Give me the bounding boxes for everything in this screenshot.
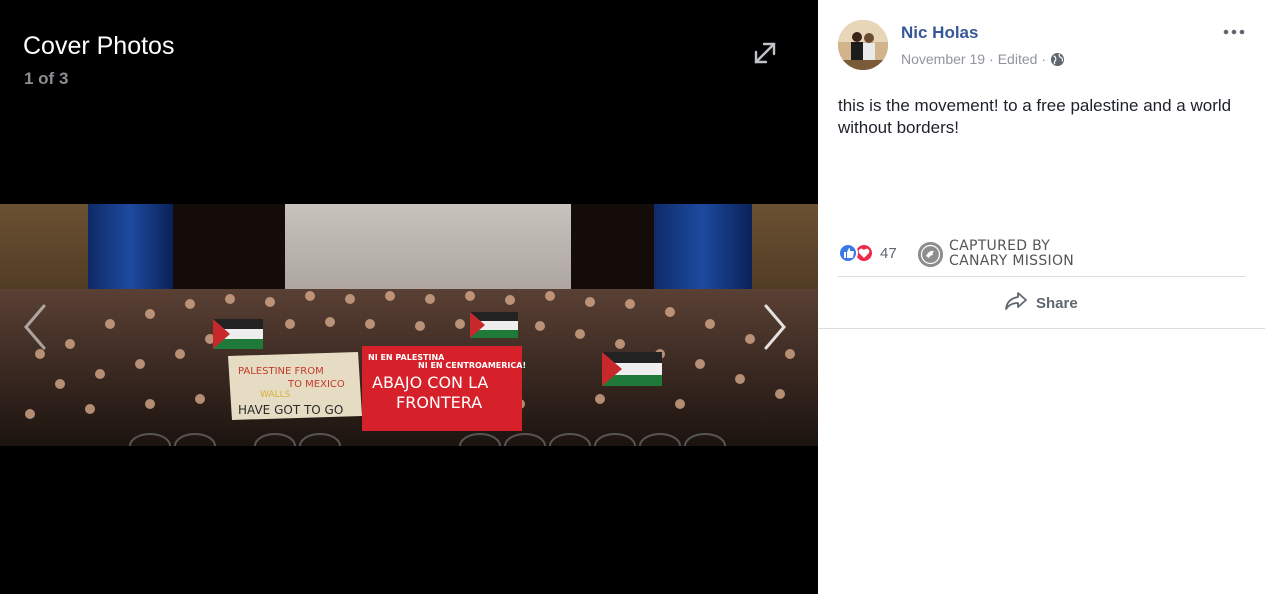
post-text: this is the movement! to a free palestin… bbox=[838, 96, 1232, 137]
next-photo-arrow-icon[interactable] bbox=[760, 302, 790, 352]
banner-left: PALESTINE FROM TO MEXICO WALLS HAVE GOT … bbox=[228, 352, 362, 420]
post-date[interactable]: November 19 bbox=[901, 51, 985, 67]
photo-counter: 1 of 3 bbox=[24, 69, 69, 88]
share-label: Share bbox=[1036, 295, 1078, 312]
share-button[interactable]: Share bbox=[1004, 291, 1078, 316]
cover-photo[interactable]: PALESTINE FROM TO MEXICO WALLS HAVE GOT … bbox=[0, 204, 818, 446]
globe-icon[interactable] bbox=[1050, 52, 1065, 67]
like-reaction-icon bbox=[838, 243, 858, 263]
divider bbox=[818, 328, 1265, 329]
author-name[interactable]: Nic Holas bbox=[901, 23, 978, 43]
expand-icon[interactable] bbox=[750, 38, 780, 68]
captured-by-watermark: CAPTURED BY CANARY MISSION bbox=[918, 239, 1074, 269]
divider bbox=[838, 276, 1246, 277]
post-panel: Nic Holas November 19 · Edited · this is… bbox=[818, 0, 1265, 594]
banner-right-line: NI EN CENTROAMERICA! bbox=[418, 361, 526, 370]
banner-left-line: PALESTINE FROM bbox=[238, 366, 324, 377]
canary-mission-logo-icon bbox=[918, 241, 943, 267]
edited-label[interactable]: Edited bbox=[998, 51, 1038, 67]
banner-right: NI EN PALESTINA NI EN CENTROAMERICA! ABA… bbox=[362, 346, 526, 431]
meta-separator: · bbox=[1041, 51, 1047, 67]
reaction-count: 47 bbox=[880, 244, 897, 262]
reactions-summary[interactable]: 47 bbox=[838, 243, 897, 263]
previous-photo-arrow-icon[interactable] bbox=[20, 302, 50, 352]
share-icon bbox=[1004, 291, 1028, 316]
banner-left-line: TO MEXICO bbox=[287, 379, 345, 390]
banner-left-line: HAVE GOT TO GO bbox=[238, 403, 343, 417]
photo-viewer: Cover Photos 1 of 3 PALESTINE FROM TO ME… bbox=[0, 0, 818, 594]
album-title[interactable]: Cover Photos bbox=[23, 32, 174, 61]
captured-text: CAPTURED BY CANARY MISSION bbox=[949, 239, 1074, 269]
banner-left-line: WALLS bbox=[260, 390, 291, 400]
banner-right-line: FRONTERA bbox=[396, 393, 482, 412]
more-options-icon[interactable] bbox=[1222, 22, 1246, 42]
captured-line-1: CAPTURED BY bbox=[949, 238, 1051, 254]
post-meta: November 19 · Edited · bbox=[901, 51, 1065, 67]
avatar[interactable] bbox=[838, 20, 888, 70]
banner-right-line: ABAJO CON LA bbox=[372, 373, 488, 392]
captured-line-2: CANARY MISSION bbox=[949, 253, 1075, 269]
meta-separator: · bbox=[989, 51, 994, 67]
